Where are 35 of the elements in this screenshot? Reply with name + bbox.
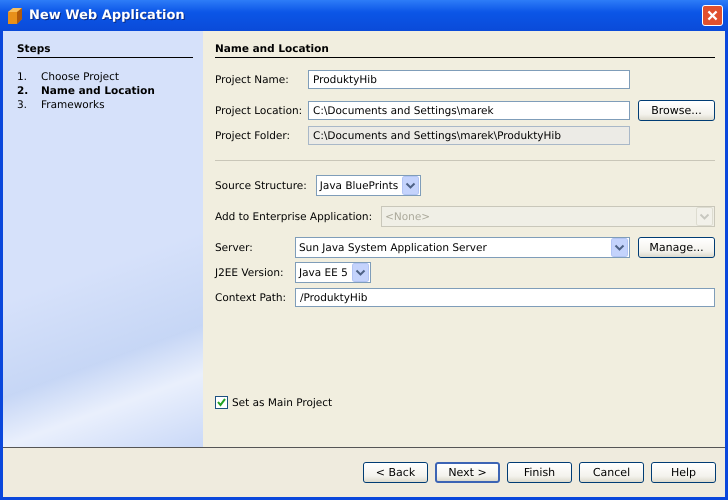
dropdown: <None> bbox=[381, 206, 715, 227]
field-label: Context Path: bbox=[215, 292, 288, 304]
dropdown[interactable]: Java EE 5 bbox=[295, 262, 371, 283]
checkbox[interactable] bbox=[215, 396, 228, 409]
input-field[interactable]: /ProduktyHib bbox=[295, 288, 715, 307]
step-label[interactable]: Frameworks bbox=[41, 98, 105, 112]
checkbox-label[interactable]: Set as Main Project bbox=[232, 396, 332, 408]
dialog-button[interactable]: Cancel bbox=[579, 462, 644, 483]
dropdown[interactable]: Sun Java System Application Server bbox=[295, 237, 630, 258]
field-label: Add to Enterprise Application: bbox=[215, 210, 372, 222]
input-field[interactable]: C:\Documents and Settings\marek bbox=[308, 101, 630, 120]
window-title: New Web Application bbox=[29, 8, 186, 23]
input-field[interactable]: ProduktyHib bbox=[308, 70, 630, 89]
field-label: Project Name: bbox=[215, 74, 290, 86]
readonly-field[interactable]: C:\Documents and Settings\marek\ProduktyHib bbox=[308, 126, 630, 145]
dialog-button[interactable]: < Back bbox=[363, 462, 428, 483]
cube-icon bbox=[6, 6, 24, 24]
field-label: J2EE Version: bbox=[215, 266, 285, 278]
step-label[interactable]: Name and Location bbox=[41, 84, 155, 98]
field-label: Server: bbox=[215, 242, 254, 254]
field-label: Source Structure: bbox=[215, 180, 307, 192]
field-label: Project Location: bbox=[215, 104, 303, 116]
section-heading: Name and Location bbox=[215, 43, 715, 58]
field-label: Project Folder: bbox=[215, 130, 292, 142]
dialog-button[interactable]: Help bbox=[651, 462, 716, 483]
browse-button[interactable]: Browse... bbox=[638, 100, 715, 121]
step-number: 3. bbox=[17, 98, 28, 112]
step-number: 2. bbox=[17, 84, 30, 98]
step-number: 1. bbox=[17, 70, 28, 84]
browse-button[interactable]: Manage... bbox=[638, 237, 715, 258]
dropdown[interactable]: Java BluePrints bbox=[316, 175, 422, 196]
dialog-button[interactable]: Finish bbox=[507, 462, 572, 483]
dialog-button[interactable]: Next > bbox=[435, 462, 500, 483]
steps-heading: Steps bbox=[17, 43, 193, 58]
step-label[interactable]: Choose Project bbox=[41, 70, 120, 84]
